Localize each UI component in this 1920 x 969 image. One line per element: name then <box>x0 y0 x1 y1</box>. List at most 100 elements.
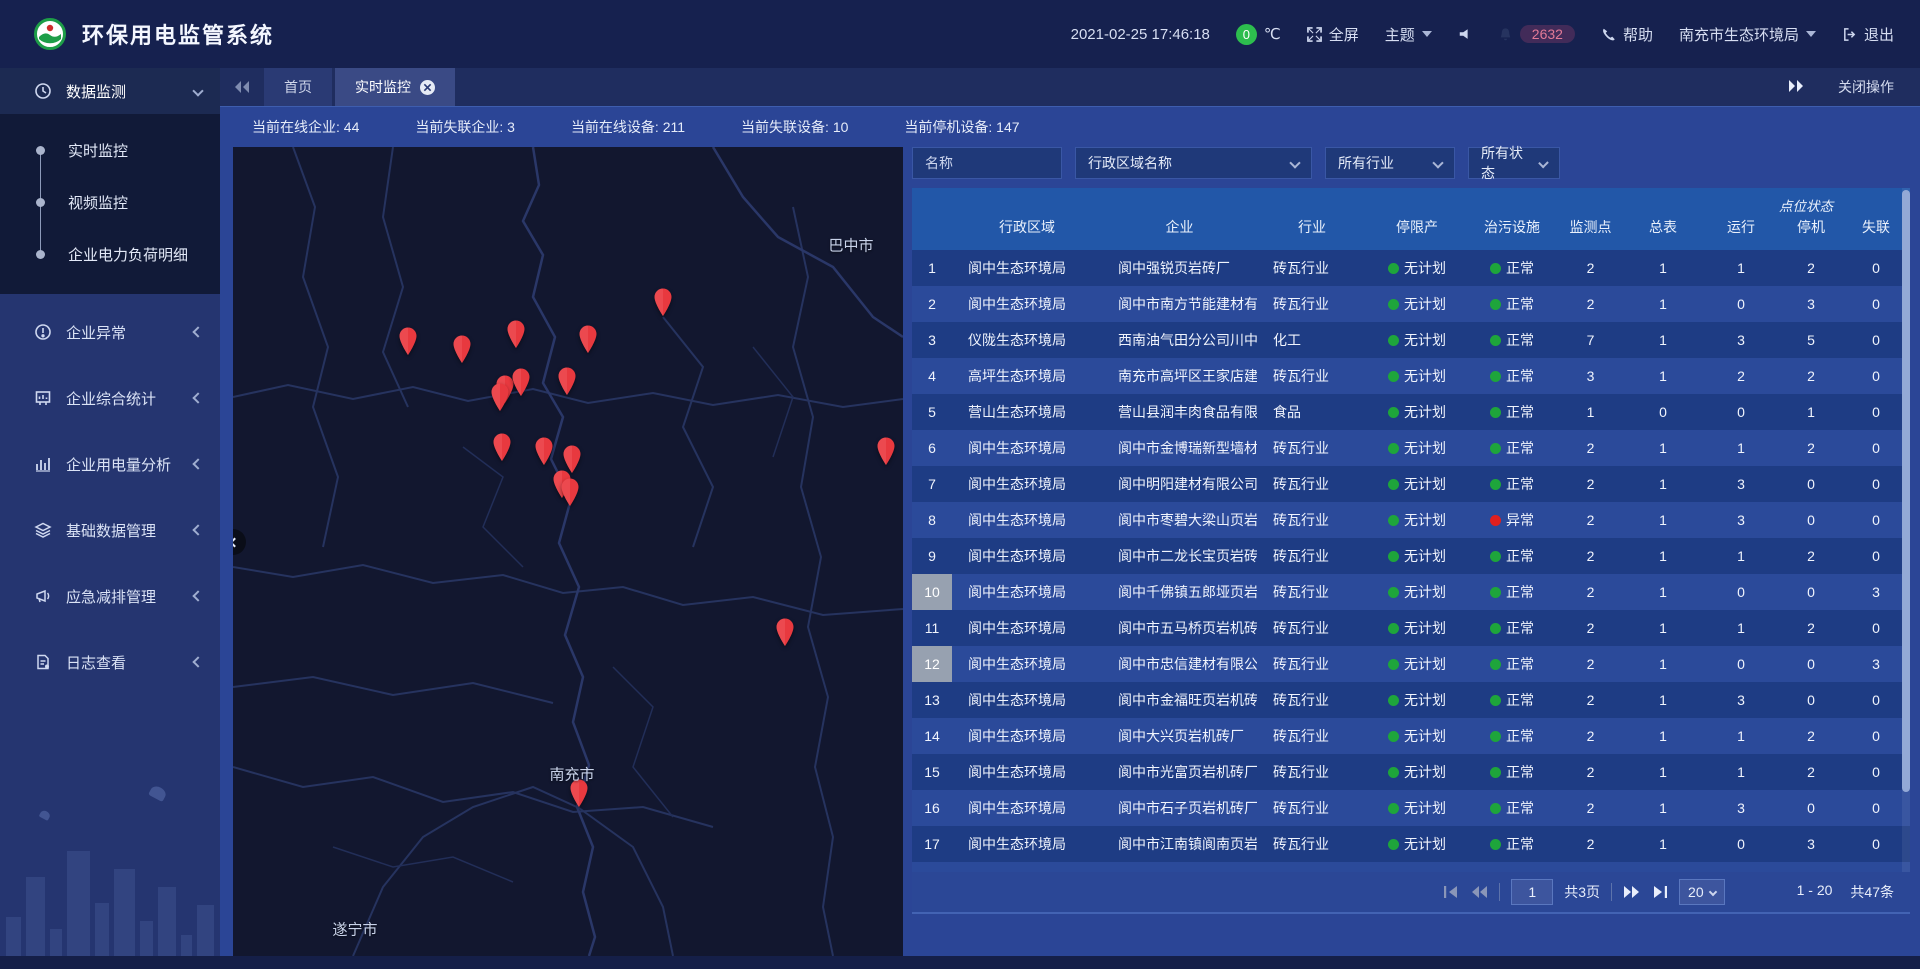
facility-status-label: 正常 <box>1506 654 1534 674</box>
page-size-value: 20 <box>1688 884 1704 900</box>
table-row[interactable]: 5营山生态环境局营山县润丰肉食品有限食品无计划正常10010 <box>912 394 1910 430</box>
row-number-cell: 2 <box>912 286 952 322</box>
sidebar-item[interactable]: 数据监测 <box>0 68 220 114</box>
theme-dropdown[interactable]: 主题 <box>1385 24 1432 45</box>
tab-首页[interactable]: 首页 <box>264 68 332 106</box>
sidebar-item-label: 企业用电量分析 <box>66 454 171 475</box>
table-row[interactable]: 12阆中生态环境局阆中市忠信建材有限公砖瓦行业无计划正常21003 <box>912 646 1910 682</box>
status-dot-icon <box>1388 407 1399 418</box>
table-row[interactable]: 1阆中生态环境局阆中强锐页岩砖厂砖瓦行业无计划正常21120 <box>912 250 1910 286</box>
monitor-points-cell: 2 <box>1557 466 1624 502</box>
table-row[interactable]: 6阆中生态环境局阆中市金博瑞新型墙材砖瓦行业无计划正常21120 <box>912 430 1910 466</box>
map-pin-icon[interactable] <box>652 287 674 317</box>
page-size-select[interactable]: 20 <box>1679 879 1725 905</box>
stopped-count-cell: 2 <box>1780 430 1842 466</box>
table-row[interactable]: 13阆中生态环境局阆中市金福旺页岩机砖砖瓦行业无计划正常21300 <box>912 682 1910 718</box>
tab-实时监控[interactable]: 实时监控 <box>335 68 455 106</box>
table-row[interactable]: 4高坪生态环境局南充市高坪区王家店建砖瓦行业无计划正常31220 <box>912 358 1910 394</box>
sidebar-item[interactable]: 企业用电量分析 <box>0 436 220 492</box>
map-pin-icon[interactable] <box>491 432 513 462</box>
logout-button[interactable]: 退出 <box>1842 24 1894 45</box>
table-row[interactable]: 17阆中生态环境局阆中市江南镇阆南页岩砖瓦行业无计划正常21030 <box>912 826 1910 862</box>
tabs-scroll-right-button[interactable] <box>1788 79 1804 95</box>
table-row[interactable]: 16阆中生态环境局阆中市石子页岩机砖厂砖瓦行业无计划正常21300 <box>912 790 1910 826</box>
close-operations-button[interactable]: 关闭操作 <box>1838 77 1894 97</box>
table-row[interactable]: 10阆中生态环境局阆中千佛镇五郎垭页岩砖瓦行业无计划正常21003 <box>912 574 1910 610</box>
tab-label: 实时监控 <box>355 77 411 97</box>
table-row[interactable]: 9阆中生态环境局阆中市二龙长宝页岩砖砖瓦行业无计划正常21120 <box>912 538 1910 574</box>
sidebar-item[interactable]: 企业综合统计 <box>0 370 220 426</box>
industry-cell: 砖瓦行业 <box>1257 250 1367 286</box>
facility-status-label: 正常 <box>1506 762 1534 782</box>
next-page-button[interactable] <box>1623 885 1641 899</box>
chevron-left-icon <box>192 524 203 535</box>
map-pin-icon[interactable] <box>559 477 581 507</box>
lost-count-cell: 0 <box>1842 502 1910 538</box>
last-page-button[interactable] <box>1652 885 1668 899</box>
help-button[interactable]: 帮助 <box>1601 24 1653 45</box>
map-pin-icon[interactable] <box>577 324 599 354</box>
first-page-button[interactable] <box>1443 885 1459 899</box>
map-pin-icon[interactable] <box>451 334 473 364</box>
table-row[interactable]: 11阆中生态环境局阆中市五马桥页岩机砖砖瓦行业无计划正常21120 <box>912 610 1910 646</box>
industry-cell: 砖瓦行业 <box>1257 430 1367 466</box>
region-select[interactable]: 行政区域名称 <box>1075 147 1312 179</box>
production-status-label: 无计划 <box>1404 834 1446 854</box>
table-row[interactable]: 14阆中生态环境局阆中大兴页岩机砖厂砖瓦行业无计划正常21120 <box>912 718 1910 754</box>
production-status-label: 无计划 <box>1404 690 1446 710</box>
table-row[interactable]: 8阆中生态环境局阆中市枣碧大梁山页岩砖瓦行业无计划异常21300 <box>912 502 1910 538</box>
status-select[interactable]: 所有状态 <box>1468 147 1560 179</box>
table-scrollbar[interactable] <box>1902 188 1910 872</box>
org-dropdown[interactable]: 南充市生态环境局 <box>1679 24 1816 45</box>
production-status-label: 无计划 <box>1404 510 1446 530</box>
sidebar-subitem-label: 实时监控 <box>68 140 128 161</box>
map-pin-icon[interactable] <box>533 436 555 466</box>
prev-page-button[interactable] <box>1470 885 1488 899</box>
name-input-placeholder: 名称 <box>925 153 953 173</box>
sidebar-item[interactable]: 应急减排管理 <box>0 568 220 624</box>
running-count-cell: 3 <box>1702 502 1780 538</box>
map-pin-icon[interactable] <box>505 319 527 349</box>
page-input[interactable]: 1 <box>1511 879 1553 905</box>
lost-count-cell: 0 <box>1842 718 1910 754</box>
table-row[interactable]: 15阆中生态环境局阆中市光富页岩机砖厂砖瓦行业无计划正常21120 <box>912 754 1910 790</box>
map-panel[interactable]: 巴中市南充市遂宁市 <box>233 147 903 956</box>
sidebar-subitem[interactable]: 视频监控 <box>0 176 220 228</box>
production-status-cell: 无计划 <box>1367 286 1467 322</box>
facility-status-cell: 正常 <box>1467 754 1557 790</box>
sidebar-item[interactable]: 企业异常 <box>0 304 220 360</box>
stopped-count-cell: 5 <box>1780 322 1842 358</box>
company-cell: 南部县砖瓦水泥有限公 <box>1102 862 1257 872</box>
table-row[interactable]: 18南部生态环境局南部县砖瓦水泥有限公建材加工无计划正常50050 <box>912 862 1910 872</box>
map-pin-icon[interactable] <box>556 366 578 396</box>
company-cell: 阆中市忠信建材有限公 <box>1102 646 1257 682</box>
sidebar-item[interactable]: 基础数据管理 <box>0 502 220 558</box>
tabs: 首页 实时监控 <box>264 68 458 106</box>
table-row[interactable]: 2阆中生态环境局阆中市南方节能建材有砖瓦行业无计划正常21030 <box>912 286 1910 322</box>
mute-speaker-button[interactable] <box>1458 27 1472 41</box>
org-label: 南充市生态环境局 <box>1679 24 1799 45</box>
tabs-scroll-left-button[interactable] <box>220 68 264 106</box>
table-row[interactable]: 3仪陇生态环境局西南油气田分公司川中化工无计划正常71350 <box>912 322 1910 358</box>
map-pin-icon[interactable] <box>774 617 796 647</box>
industry-select[interactable]: 所有行业 <box>1325 147 1455 179</box>
lost-count-cell: 0 <box>1842 322 1910 358</box>
status-dot-icon <box>1490 335 1501 346</box>
city-skyline-watermark <box>0 819 220 969</box>
sidebar-item[interactable]: 日志查看 <box>0 634 220 690</box>
map-pin-icon[interactable] <box>875 436 897 466</box>
map-pin-icon[interactable] <box>489 382 511 412</box>
sidebar-subitem[interactable]: 实时监控 <box>0 124 220 176</box>
sidebar-item-label: 数据监测 <box>66 81 126 102</box>
map-pin-icon[interactable] <box>510 367 532 397</box>
lost-count-cell: 0 <box>1842 610 1910 646</box>
notification-widget[interactable]: 2632 <box>1498 25 1575 43</box>
map-pin-icon[interactable] <box>397 326 419 356</box>
tab-close-icon[interactable] <box>420 80 435 95</box>
table-row[interactable]: 7阆中生态环境局阆中明阳建材有限公司砖瓦行业无计划正常21300 <box>912 466 1910 502</box>
sidebar-subitem[interactable]: 企业电力负荷明细 <box>0 228 220 280</box>
scrollbar-thumb[interactable] <box>1902 190 1910 792</box>
status-dot-icon <box>1388 731 1399 742</box>
name-search-input[interactable]: 名称 <box>912 147 1062 179</box>
fullscreen-button[interactable]: 全屏 <box>1307 24 1359 45</box>
